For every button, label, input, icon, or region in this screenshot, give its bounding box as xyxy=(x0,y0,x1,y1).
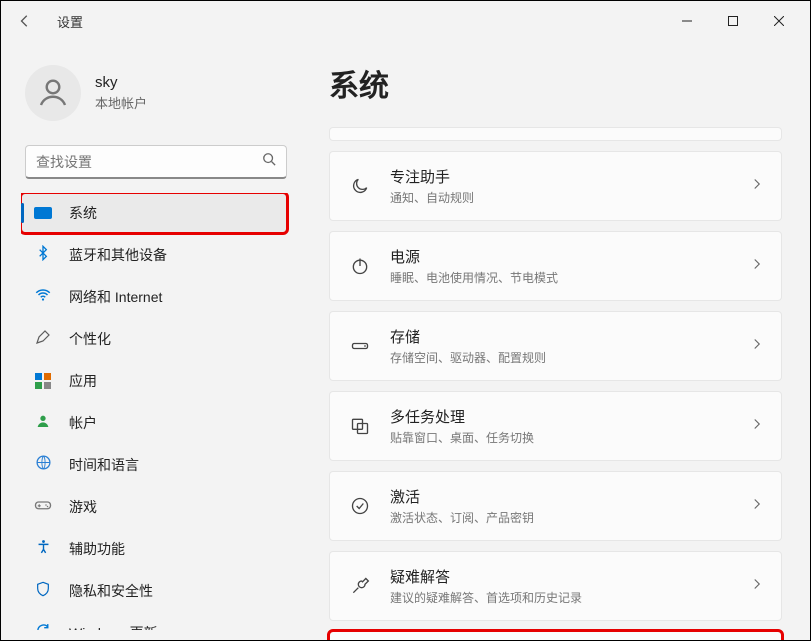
system-icon xyxy=(34,207,52,219)
chevron-right-icon xyxy=(751,257,763,275)
activation-icon xyxy=(348,494,372,518)
option-activation[interactable]: 激活激活状态、订阅、产品密钥 xyxy=(329,471,782,541)
sidebar-item-label: 系统 xyxy=(69,203,97,223)
sidebar-item-label: 个性化 xyxy=(69,329,111,349)
brush-icon xyxy=(35,329,51,350)
sidebar-item-label: 应用 xyxy=(69,371,97,391)
option-multitask[interactable]: 多任务处理贴靠窗口、桌面、任务切换 xyxy=(329,391,782,461)
sidebar-item-bluetooth[interactable]: 蓝牙和其他设备 xyxy=(21,235,287,275)
account-type: 本地帐户 xyxy=(95,93,147,112)
option-title: 电源 xyxy=(390,246,733,267)
chevron-right-icon xyxy=(751,417,763,435)
option-title: 存储 xyxy=(390,326,733,347)
search-box[interactable] xyxy=(25,145,287,179)
option-subtitle: 存储空间、驱动器、配置规则 xyxy=(390,349,733,366)
chevron-right-icon xyxy=(751,577,763,595)
option-subtitle: 贴靠窗口、桌面、任务切换 xyxy=(390,429,733,446)
main-content: 系统 专注助手通知、自动规则电源睡眠、电池使用情况、节电模式存储存储空间、驱动器… xyxy=(301,41,810,640)
close-button[interactable] xyxy=(756,5,802,37)
moon-icon xyxy=(348,174,372,198)
sidebar-item-label: 时间和语言 xyxy=(69,455,139,475)
wifi-icon xyxy=(34,286,52,309)
sidebar-item-privacy[interactable]: 隐私和安全性 xyxy=(21,571,287,611)
option-title: 专注助手 xyxy=(390,166,733,187)
option-subtitle: 睡眠、电池使用情况、节电模式 xyxy=(390,269,733,286)
option-power[interactable]: 电源睡眠、电池使用情况、节电模式 xyxy=(329,231,782,301)
storage-icon xyxy=(348,334,372,358)
sidebar-item-label: Windows 更新 xyxy=(69,623,158,630)
bluetooth-icon xyxy=(35,245,51,266)
sidebar-item-network[interactable]: 网络和 Internet xyxy=(21,277,287,317)
username: sky xyxy=(95,74,147,91)
option-title: 多任务处理 xyxy=(390,406,733,427)
option-storage[interactable]: 存储存储空间、驱动器、配置规则 xyxy=(329,311,782,381)
option-title: 激活 xyxy=(390,486,733,507)
sidebar-item-update[interactable]: Windows 更新 xyxy=(21,613,287,630)
sidebar-item-apps[interactable]: 应用 xyxy=(21,361,287,401)
sidebar-item-system[interactable]: 系统 xyxy=(21,193,287,233)
minimize-button[interactable] xyxy=(664,5,710,37)
option-moon[interactable]: 专注助手通知、自动规则 xyxy=(329,151,782,221)
sidebar-item-label: 蓝牙和其他设备 xyxy=(69,245,167,265)
search-input[interactable] xyxy=(36,154,262,170)
sidebar-item-label: 游戏 xyxy=(69,497,97,517)
apps-icon xyxy=(35,373,51,389)
shield-icon xyxy=(35,581,51,602)
option-recovery[interactable]: 恢复重置、高级启动、返回 xyxy=(329,631,782,640)
accessibility-icon xyxy=(35,538,52,560)
user-block[interactable]: sky 本地帐户 xyxy=(21,57,291,141)
option-title: 疑难解答 xyxy=(390,566,733,587)
update-icon xyxy=(35,622,52,630)
option-subtitle: 通知、自动规则 xyxy=(390,189,733,206)
sidebar-item-personalization[interactable]: 个性化 xyxy=(21,319,287,359)
nav: 系统蓝牙和其他设备网络和 Internet 个性化应用帐户时间和语言游戏辅助功能隐… xyxy=(21,193,291,630)
person-icon xyxy=(35,413,51,434)
troubleshoot-icon xyxy=(348,574,372,598)
sidebar: sky 本地帐户 系统蓝牙和其他设备网络和 Internet 个性化应用帐户时间和… xyxy=(1,41,301,640)
page-title: 系统 xyxy=(329,61,782,105)
sidebar-item-time[interactable]: 时间和语言 xyxy=(21,445,287,485)
chevron-right-icon xyxy=(751,177,763,195)
multitask-icon xyxy=(348,414,372,438)
sidebar-item-gaming[interactable]: 游戏 xyxy=(21,487,287,527)
titlebar: 设置 xyxy=(1,1,810,41)
option-subtitle: 激活状态、订阅、产品密钥 xyxy=(390,509,733,526)
option-subtitle: 建议的疑难解答、首选项和历史记录 xyxy=(390,589,733,606)
chevron-right-icon xyxy=(751,337,763,355)
card-spacer xyxy=(329,127,782,141)
app-title: 设置 xyxy=(57,12,83,31)
back-button[interactable] xyxy=(9,5,41,37)
maximize-button[interactable] xyxy=(710,5,756,37)
sidebar-item-label: 网络和 Internet xyxy=(69,287,162,307)
avatar xyxy=(25,65,81,121)
power-icon xyxy=(348,254,372,278)
sidebar-item-accounts[interactable]: 帐户 xyxy=(21,403,287,443)
sidebar-item-label: 辅助功能 xyxy=(69,539,125,559)
option-troubleshoot[interactable]: 疑难解答建议的疑难解答、首选项和历史记录 xyxy=(329,551,782,621)
gamepad-icon xyxy=(34,496,52,519)
search-icon xyxy=(262,152,276,171)
globe-icon xyxy=(35,454,52,476)
sidebar-item-accessibility[interactable]: 辅助功能 xyxy=(21,529,287,569)
chevron-right-icon xyxy=(751,497,763,515)
sidebar-item-label: 帐户 xyxy=(69,413,97,433)
sidebar-item-label: 隐私和安全性 xyxy=(69,581,153,601)
